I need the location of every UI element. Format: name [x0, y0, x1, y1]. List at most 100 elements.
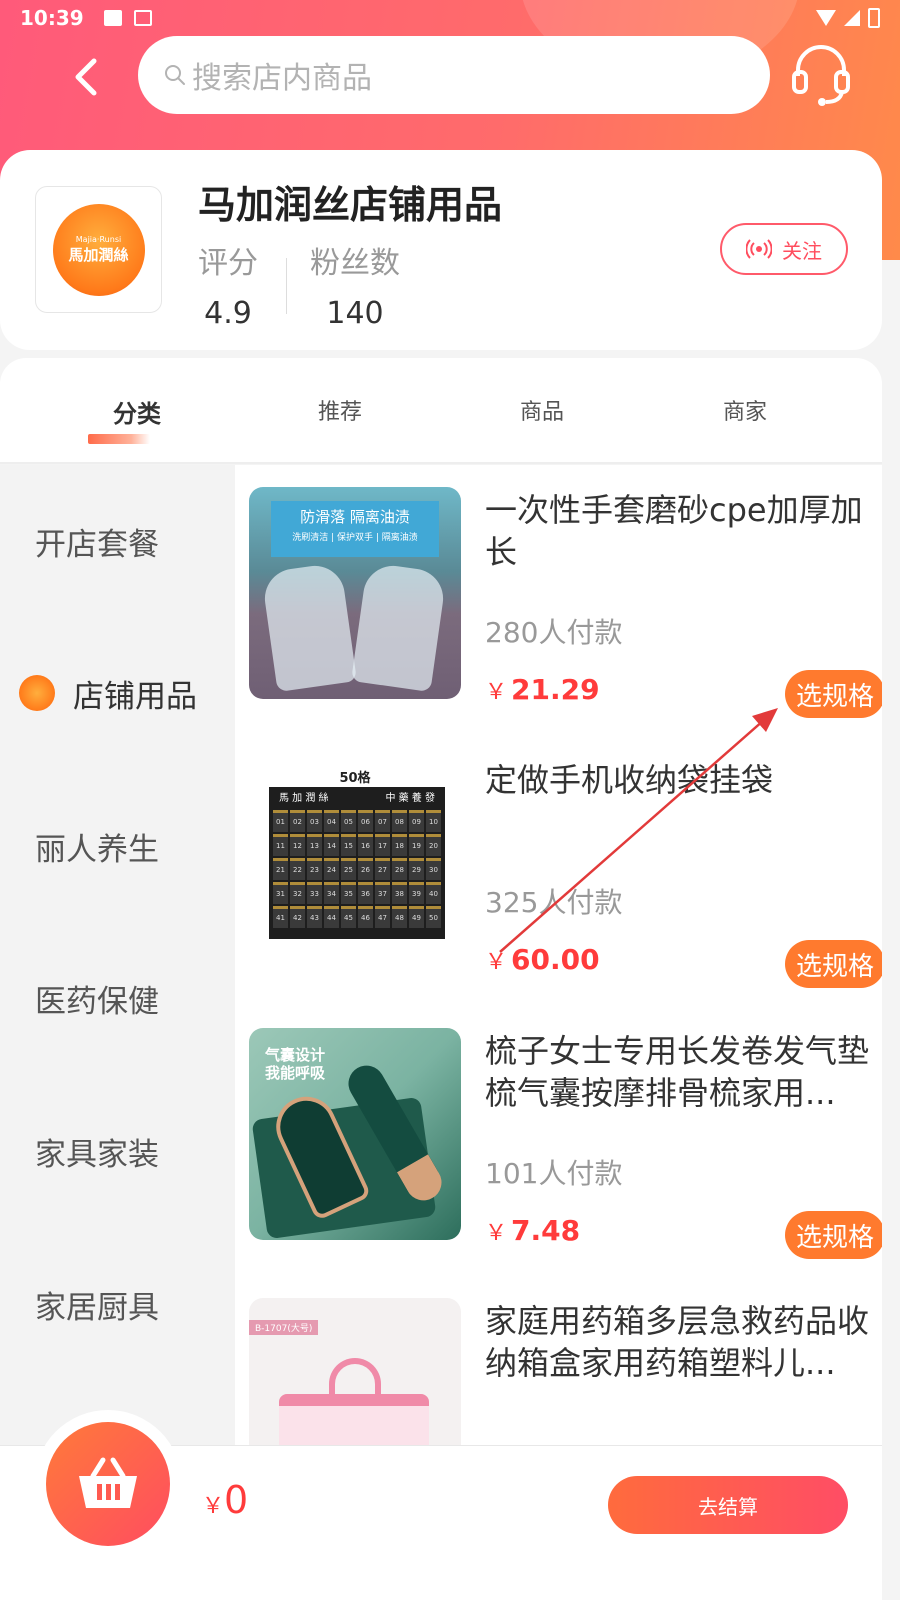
pocket-cell: 42 [290, 906, 305, 928]
pocket-cell: 31 [273, 882, 288, 904]
store-name: 马加润丝店铺用品 [198, 183, 503, 227]
pocket-cell: 17 [375, 834, 390, 856]
product-title[interactable]: 一次性手套磨砂cpe加厚加长 [485, 489, 869, 573]
tab-active-indicator [88, 434, 150, 444]
image-text-line2: 我能呼吸 [265, 1064, 326, 1082]
medicine-box-body [279, 1394, 429, 1445]
tab-merchant[interactable]: 商家 [685, 394, 805, 426]
pocket-cell: 45 [341, 906, 356, 928]
pocket-cell: 47 [375, 906, 390, 928]
sidebar-item-furniture[interactable]: 家具家装 [0, 1121, 235, 1181]
glove-shape [261, 562, 357, 692]
stat-divider [286, 258, 287, 314]
pocket-cell: 13 [307, 834, 322, 856]
product-price: ￥ 21.29 [485, 673, 600, 706]
product-title[interactable]: 梳子女士专用长发卷发气垫梳气囊按摩排骨梳家用... [485, 1030, 869, 1114]
product-image[interactable]: 防滑落 隔离油渍 洗刷清洁 | 保护双手 | 隔离油渍 [249, 487, 461, 699]
search-icon [165, 65, 185, 85]
pocket-cell: 20 [426, 834, 441, 856]
tab-products[interactable]: 商品 [482, 394, 602, 426]
pocket-cell: 10 [426, 810, 441, 832]
pocket-cell: 43 [307, 906, 322, 928]
price-currency: ￥ [485, 1221, 508, 1246]
pocket-cell: 25 [341, 858, 356, 880]
pocket-cell: 18 [392, 834, 407, 856]
pocket-cell: 12 [290, 834, 305, 856]
rating-stat: 评分 4.9 [198, 238, 258, 331]
select-spec-button[interactable]: 选规格 [785, 1211, 882, 1259]
tab-bar: 分类 推荐 商品 商家 [0, 358, 882, 464]
product-image-banner: 防滑落 隔离油渍 洗刷清洁 | 保护双手 | 隔离油渍 [271, 501, 439, 557]
pocket-cell: 30 [426, 858, 441, 880]
customer-service-button[interactable] [790, 42, 852, 108]
image-text-line1: 气囊设计 [265, 1046, 326, 1064]
price-value: 7.48 [511, 1214, 581, 1247]
sidebar-item-beauty[interactable]: 丽人养生 [0, 816, 235, 876]
cart-button[interactable] [34, 1410, 182, 1558]
store-logo[interactable]: Majia·Runsi 馬加潤絲 [35, 186, 162, 313]
checkout-button[interactable]: 去结算 [608, 1476, 848, 1534]
image-size-tag: B-1707(大号) [249, 1320, 319, 1335]
product-price: ￥ 60.00 [485, 943, 600, 976]
pocket-cell: 15 [341, 834, 356, 856]
product-item[interactable]: 防滑落 隔离油渍 洗刷清洁 | 保护双手 | 隔离油渍 一次性手套磨砂cpe加厚… [249, 465, 882, 718]
sidebar-item-store-package[interactable]: 开店套餐 [0, 511, 235, 571]
select-spec-button[interactable]: 选规格 [785, 670, 882, 718]
product-title[interactable]: 家庭用药箱多层急救药品收纳箱盒家用药箱塑料儿... [485, 1300, 869, 1384]
product-item[interactable]: 50格 馬 加 潤 絲 中 藥 養 發 01 02 03 04 05 06 07 08 09 10… [249, 735, 882, 988]
pocket-cell: 26 [358, 858, 373, 880]
board-right-text: 中 藥 養 發 [385, 793, 435, 804]
product-item[interactable]: B-1707(大号) 家庭用药箱多层急救药品收纳箱盒家用药箱塑料儿... [249, 1276, 881, 1445]
sidebar-item-label: 丽人养生 [35, 831, 159, 868]
sidebar-item-kitchen[interactable]: 家居厨具 [0, 1274, 235, 1334]
pocket-cell: 48 [392, 906, 407, 928]
rating-label: 评分 [198, 246, 258, 281]
cart-total: ￥0 [202, 1478, 248, 1522]
sidebar-item-store-supplies[interactable]: 店铺用品 [0, 663, 235, 723]
product-list: 防滑落 隔离油渍 洗刷清洁 | 保护双手 | 隔离油渍 一次性手套磨砂cpe加厚… [235, 465, 882, 1445]
image-notification-icon [103, 10, 122, 26]
pocket-cell: 28 [392, 858, 407, 880]
battery-icon [868, 8, 880, 28]
price-value: 60.00 [511, 943, 600, 976]
headset-icon [792, 45, 850, 106]
follow-button[interactable]: 关注 [720, 223, 848, 275]
product-image[interactable]: B-1707(大号) [249, 1298, 461, 1445]
rating-value: 4.9 [204, 296, 252, 331]
pocket-cell: 14 [324, 834, 339, 856]
pocket-cell: 41 [273, 906, 288, 928]
pocket-cell: 04 [324, 810, 339, 832]
pocket-cell: 34 [324, 882, 339, 904]
product-title[interactable]: 定做手机收纳袋挂袋 [485, 759, 869, 801]
status-bar: 10:39 [0, 0, 900, 36]
follow-label: 关注 [782, 238, 822, 263]
status-time: 10:39 [20, 6, 84, 30]
pocket-cell: 23 [307, 858, 322, 880]
pocket-cell: 32 [290, 882, 305, 904]
storage-bag-board: 馬 加 潤 絲 中 藥 養 發 01 02 03 04 05 06 07 08 09 10 11 12… [269, 787, 445, 939]
pocket-cell: 49 [409, 906, 424, 928]
product-image[interactable]: 50格 馬 加 潤 絲 中 藥 養 發 01 02 03 04 05 06 07 08 09 10… [249, 757, 461, 969]
pocket-cell: 08 [392, 810, 407, 832]
pocket-cell: 40 [426, 882, 441, 904]
pocket-cell: 24 [324, 858, 339, 880]
back-button[interactable] [62, 52, 112, 102]
tab-recommend[interactable]: 推荐 [280, 394, 400, 426]
pocket-cell: 27 [375, 858, 390, 880]
banner-sub-text: 洗刷清洁 | 保护双手 | 隔离油渍 [292, 533, 418, 543]
sidebar-item-label: 医药保健 [35, 983, 159, 1020]
app-notification-icon [133, 10, 152, 26]
select-spec-button[interactable]: 选规格 [785, 940, 882, 988]
pocket-cell: 33 [307, 882, 322, 904]
pocket-cell: 19 [409, 834, 424, 856]
sidebar-item-health[interactable]: 医药保健 [0, 968, 235, 1028]
search-input[interactable]: 搜索店内商品 [138, 36, 770, 114]
logo-text-en: Majia·Runsi [75, 234, 122, 244]
product-image[interactable]: 气囊设计 我能呼吸 [249, 1028, 461, 1240]
fans-value: 140 [326, 296, 384, 331]
logo-text-cn: 馬加潤絲 [68, 245, 129, 264]
product-item[interactable]: 气囊设计 我能呼吸 梳子女士专用长发卷发气垫梳气囊按摩排骨梳家用... 101人… [249, 1006, 882, 1259]
pocket-cell: 05 [341, 810, 356, 832]
product-price: ￥ 7.48 [485, 1214, 580, 1247]
tab-category[interactable]: 分类 [77, 394, 197, 429]
